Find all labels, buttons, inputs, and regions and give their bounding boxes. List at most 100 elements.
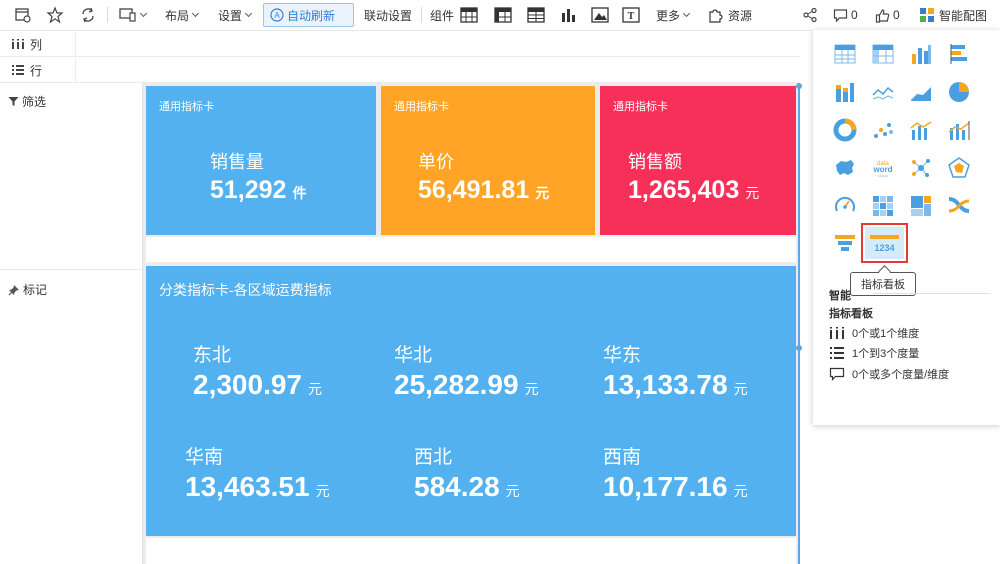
filter-label: 筛选 [22, 95, 47, 109]
sankey-chart-icon[interactable] [947, 194, 971, 218]
dual-axis-chart-icon[interactable] [947, 118, 971, 142]
metric-card-sales-amount[interactable]: 通用指标卡 销售额 1,265,403 元 [600, 86, 796, 235]
region-metric-south: 华南 13,463.51 元 [185, 442, 330, 503]
metric-value: 1,265,403 元 [628, 176, 760, 204]
filter-mark-panel: 筛选 标记 [0, 83, 143, 564]
region-metric-north: 华北 25,282.99 元 [394, 340, 539, 401]
thumbs-up-icon [875, 8, 890, 23]
mark-shelf[interactable]: 标记 [8, 281, 47, 298]
network-chart-icon[interactable] [909, 156, 933, 180]
region-name: 华南 [185, 447, 224, 468]
smart-chart-button[interactable]: 智能配图 [919, 0, 987, 30]
stacked-column-icon[interactable] [833, 80, 857, 104]
like-button[interactable]: 0 [875, 0, 900, 30]
metric-card-sales-volume[interactable]: 通用指标卡 销售量 51,292 件 [146, 86, 376, 235]
combo-chart-icon[interactable] [909, 118, 933, 142]
region-name: 华东 [603, 345, 642, 366]
horizontal-bar-chart-icon[interactable] [947, 42, 971, 66]
settings-label: 设置 [218, 8, 243, 23]
settings-menu[interactable]: 设置 [218, 0, 253, 30]
device-dropdown[interactable] [119, 0, 148, 30]
column-chart-icon[interactable] [909, 42, 933, 66]
table-icon[interactable] [460, 0, 478, 30]
region-value: 10,177.16 元 [603, 471, 748, 502]
auto-refresh-icon: A [270, 8, 284, 22]
auto-refresh-dropdown[interactable]: A 自动刷新 [263, 3, 354, 27]
region-name: 华北 [394, 345, 433, 366]
metric-board-icon[interactable]: 1234 [865, 227, 904, 259]
metric-card-unit-price[interactable]: 通用指标卡 单价 56,491.81 元 [381, 86, 595, 235]
table-chart-icon[interactable] [833, 42, 857, 66]
metric-name: 销售额 [628, 152, 682, 172]
comment-button[interactable]: 0 [833, 0, 858, 30]
region-unit: 元 [733, 381, 748, 397]
smart-chart-label: 智能配图 [939, 8, 988, 23]
heatmap-chart-icon[interactable] [871, 194, 895, 218]
linkage-settings-button[interactable]: 联动设置 [364, 0, 412, 30]
layout-menu[interactable]: 布局 [165, 0, 200, 30]
region-unit: 元 [524, 381, 539, 397]
metric-unit: 件 [292, 185, 307, 201]
dimension-icon [830, 327, 844, 339]
svg-text:1234: 1234 [874, 243, 894, 253]
area-chart-icon[interactable] [909, 80, 933, 104]
text-icon[interactable]: T [622, 0, 640, 30]
category-metric-card[interactable]: 分类指标卡-各区域运费指标 东北 2,300.97 元 华北 25,282.99 元… [146, 266, 796, 536]
funnel-chart-icon[interactable] [833, 231, 857, 255]
crosstab-icon[interactable] [494, 0, 512, 30]
radar-chart-icon[interactable] [947, 156, 971, 180]
empty-slot [146, 237, 796, 262]
components-label: 组件 [430, 8, 455, 23]
ring-chart-icon[interactable] [833, 118, 857, 142]
pie-chart-icon[interactable] [947, 80, 971, 104]
metric-unit: 元 [535, 185, 550, 201]
region-name: 西北 [414, 447, 453, 468]
main-toolbar: 布局 设置 A 自动刷新 联动设置 组件 T 更多 资源 0 0 智能配图 [0, 0, 1000, 31]
chevron-down-icon [244, 9, 253, 18]
refresh-icon[interactable] [79, 0, 97, 30]
rows-icon [12, 65, 24, 75]
share-icon[interactable] [802, 0, 818, 30]
metric-value: 56,491.81 元 [418, 176, 550, 204]
image-icon[interactable] [591, 0, 609, 30]
more-menu[interactable]: 更多 [656, 0, 691, 30]
line-chart-icon[interactable] [871, 80, 895, 104]
rows-shelf[interactable]: 行 [0, 58, 800, 83]
region-unit: 元 [733, 483, 748, 499]
columns-label: 列 [30, 37, 43, 52]
svg-text:T: T [628, 11, 635, 22]
report-icon[interactable] [14, 0, 32, 30]
card-title: 通用指标卡 [394, 101, 449, 113]
map-chart-icon[interactable] [833, 156, 857, 180]
measure-icon [830, 347, 844, 359]
crosstab-chart-icon[interactable] [871, 42, 895, 66]
empty-slot [146, 538, 796, 564]
resources-button[interactable]: 资源 [708, 0, 752, 30]
resize-handle[interactable] [796, 345, 802, 351]
scatter-chart-icon[interactable] [871, 118, 895, 142]
auto-refresh-label: 自动刷新 [287, 8, 336, 23]
filter-icon [8, 97, 19, 106]
region-name: 东北 [193, 345, 232, 366]
columns-shelf[interactable]: 列 [0, 32, 800, 57]
comment-icon [833, 8, 848, 22]
resize-handle[interactable] [796, 83, 802, 89]
region-value: 25,282.99 元 [394, 369, 539, 400]
comment-count: 0 [851, 8, 858, 22]
treemap-chart-icon[interactable] [909, 194, 933, 218]
region-metric-southwest: 西南 10,177.16 元 [603, 442, 748, 503]
bar-chart-icon[interactable] [560, 0, 578, 30]
region-value: 13,463.51 元 [185, 471, 330, 502]
popup-divider [873, 293, 991, 294]
metric-name: 单价 [418, 152, 454, 172]
gauge-chart-icon[interactable] [833, 194, 857, 218]
chevron-down-icon [191, 9, 200, 18]
toolbar-separator [421, 7, 422, 23]
measure-requirement: 1个到3个度量 [829, 345, 919, 361]
word-cloud-icon[interactable]: datawordcloud [871, 156, 895, 180]
region-metric-northwest: 西北 584.28 元 [414, 442, 520, 503]
detail-table-icon[interactable] [527, 0, 545, 30]
star-icon[interactable] [46, 0, 64, 30]
rows-label: 行 [30, 63, 43, 78]
filter-shelf[interactable]: 筛选 [8, 93, 46, 110]
